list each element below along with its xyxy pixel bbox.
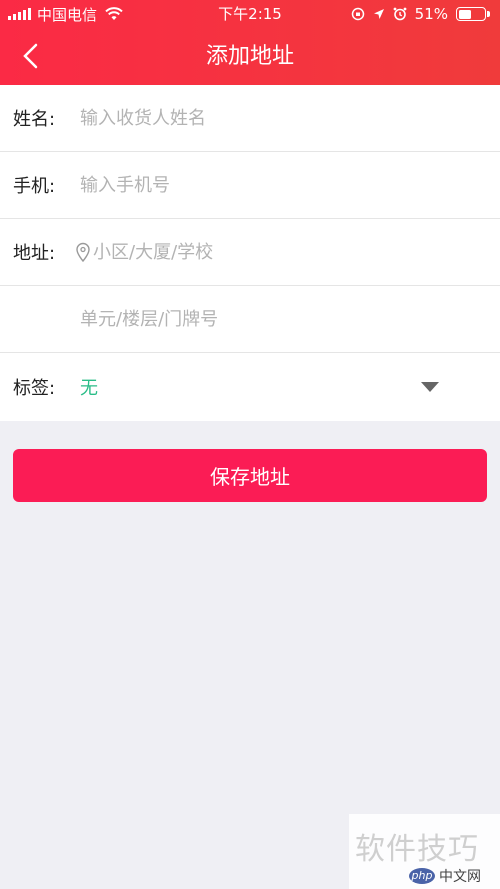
watermark-logo: php 中文网 [409,866,481,886]
battery-fill [458,9,472,19]
screen-lock-icon [351,7,364,21]
name-input[interactable] [80,107,480,129]
name-label: 姓名: [13,109,56,130]
battery-body [456,7,486,21]
page-title: 添加地址 [205,44,294,69]
status-bar: 中国电信 下午2:15 51% [0,0,500,28]
caret-down-icon[interactable] [421,382,439,392]
address-input[interactable] [93,241,480,263]
watermark-site: 中文网 [439,869,481,885]
battery-icon [456,6,492,22]
nav-bar: 添加地址 [0,28,500,85]
watermark: 软件技巧 php 中文网 [349,814,500,889]
location-icon [373,9,384,19]
address-row: 地址: [0,219,500,286]
battery-percent: 51% [414,5,448,23]
address-form: 姓名: 手机: 地址: 标签: 无 [0,85,500,421]
watermark-text: 软件技巧 [355,832,479,867]
tag-label: 标签: [13,378,56,399]
address-detail-row [0,286,500,353]
php-badge: php [409,868,435,884]
phone-row: 手机: [0,152,500,219]
phone-input[interactable] [80,174,480,196]
save-address-button[interactable]: 保存地址 [13,449,487,502]
status-right: 51% [351,5,492,23]
phone-label: 手机: [13,176,56,197]
location-pin-icon [76,242,90,262]
battery-tip [487,11,490,17]
address-label: 地址: [13,243,56,264]
alarm-icon [393,7,407,21]
header: 中国电信 下午2:15 51% 添加地址 [0,0,500,85]
name-row: 姓名: [0,85,500,152]
address-detail-input[interactable] [80,308,480,330]
tag-value[interactable]: 无 [80,374,98,400]
tag-row[interactable]: 标签: 无 [0,353,500,421]
